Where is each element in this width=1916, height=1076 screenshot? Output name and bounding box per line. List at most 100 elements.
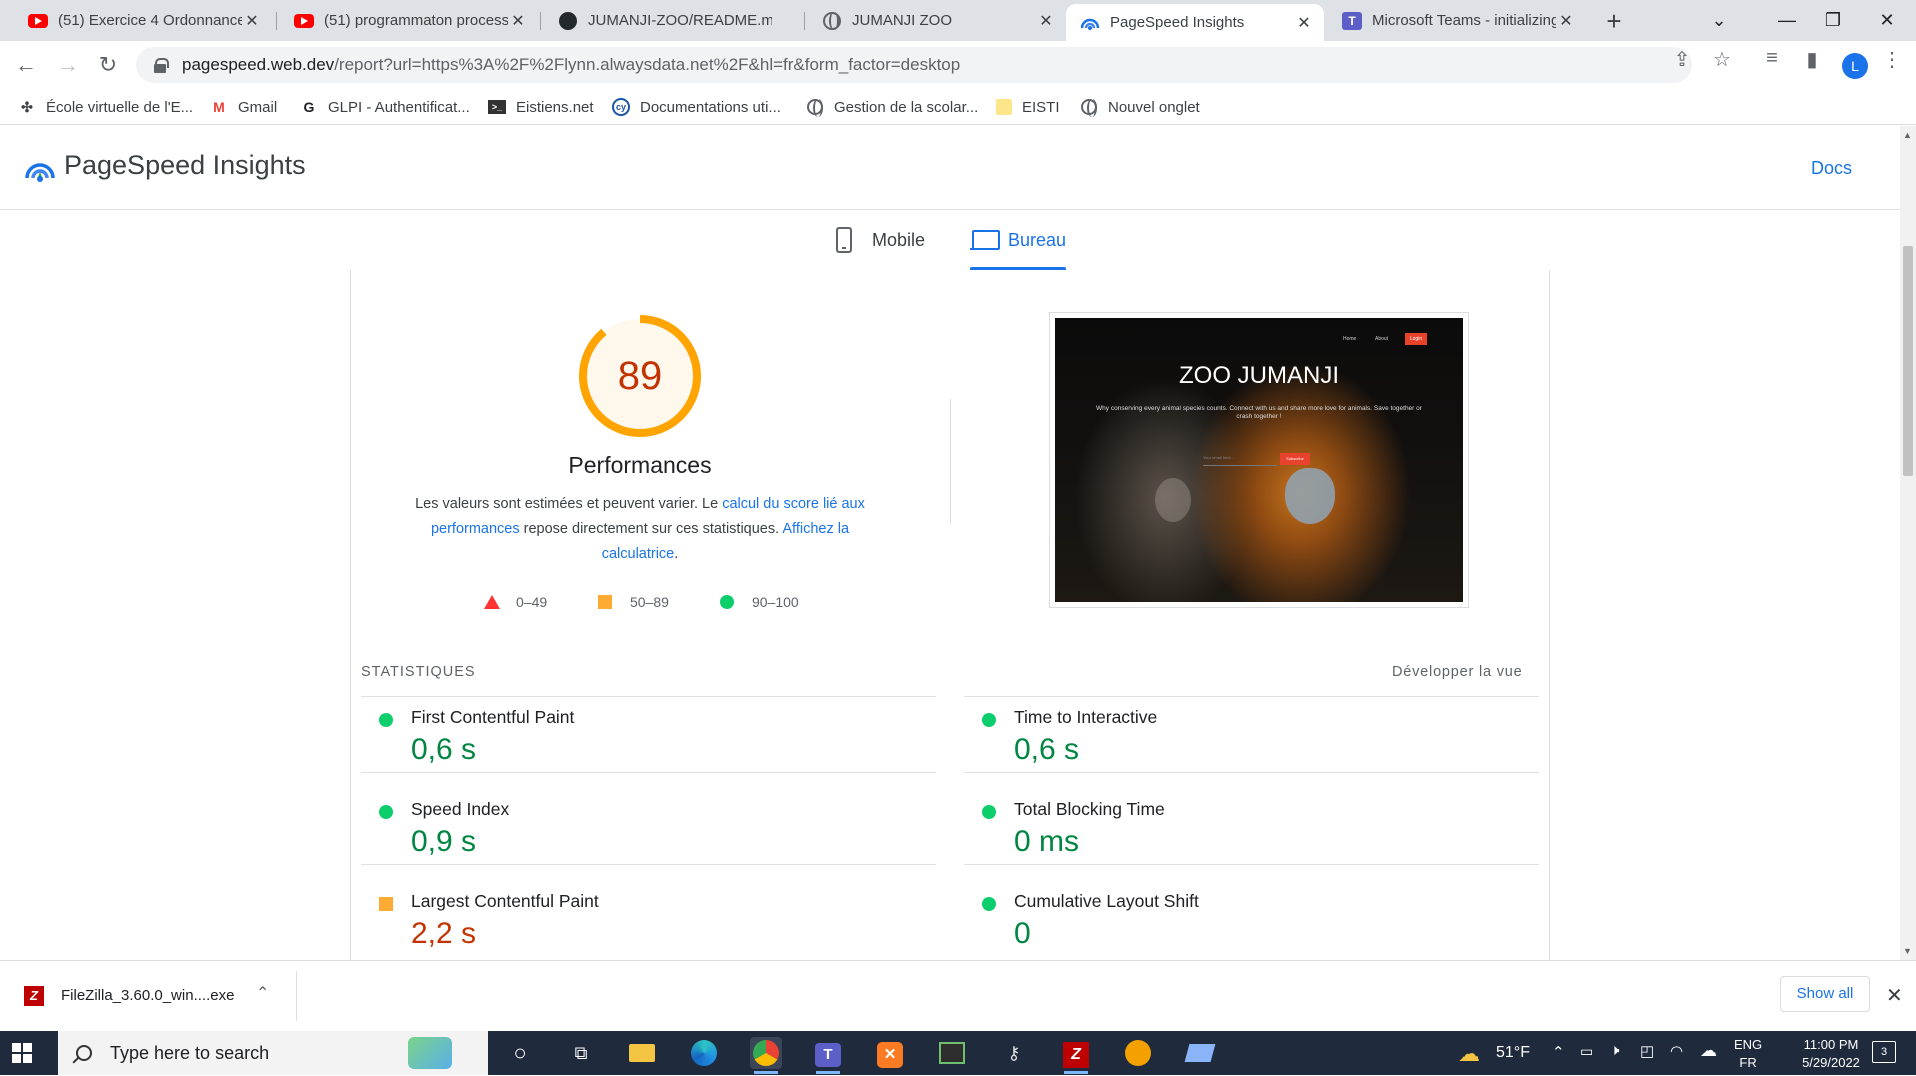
- legend-label: 0–49: [516, 594, 548, 610]
- share-icon[interactable]: ⇪: [1668, 47, 1696, 72]
- bookmark-item[interactable]: >_ Eistiens.net: [488, 95, 594, 119]
- snipping-tool-icon[interactable]: [936, 1037, 968, 1069]
- bookmark-item[interactable]: ✣ École virtuelle de l'E...: [18, 95, 193, 119]
- task-view-icon[interactable]: ⧉: [565, 1037, 597, 1069]
- browser-tab[interactable]: (51) Exercice 4 Ordonnance ✕: [14, 0, 272, 41]
- file-explorer-icon[interactable]: [626, 1037, 658, 1069]
- back-button[interactable]: ←: [10, 49, 42, 81]
- globe-icon: [822, 11, 842, 31]
- page-title[interactable]: PageSpeed Insights: [64, 150, 306, 181]
- bookmark-item[interactable]: EISTI: [996, 95, 1060, 119]
- close-tab-icon[interactable]: ✕: [1556, 11, 1576, 31]
- description-text: .: [674, 546, 679, 562]
- bookmark-star-icon[interactable]: ☆: [1708, 47, 1736, 72]
- screenshot-button: Subscribe: [1280, 453, 1310, 465]
- weather-temperature[interactable]: 51°F: [1496, 1044, 1530, 1062]
- address-bar[interactable]: pagespeed.web.dev/report?url=https%3A%2F…: [136, 47, 1692, 83]
- notification-center-icon[interactable]: 3: [1872, 1041, 1896, 1063]
- taskbar-search[interactable]: Type here to search: [58, 1031, 488, 1075]
- close-download-bar-button[interactable]: ✕: [1886, 983, 1903, 1008]
- reading-list-icon[interactable]: ≡: [1758, 47, 1786, 70]
- cy-icon: cy: [612, 98, 630, 116]
- browser-tab[interactable]: T Microsoft Teams - initializing ✕: [1328, 0, 1586, 41]
- scroll-down-icon[interactable]: ▼: [1903, 946, 1912, 956]
- wifi-icon[interactable]: ◠: [1670, 1042, 1683, 1060]
- page-content: PageSpeed Insights Docs Mobile Bureau 89…: [0, 126, 1900, 960]
- vpn-icon[interactable]: [1122, 1037, 1154, 1069]
- download-filename[interactable]: FileZilla_3.60.0_win....exe: [61, 987, 234, 1004]
- close-tab-icon[interactable]: ✕: [242, 11, 262, 31]
- browser-tab[interactable]: JUMANJI-ZOO/README.md: [544, 0, 802, 41]
- close-tab-icon[interactable]: ✕: [508, 11, 528, 31]
- close-tab-icon[interactable]: ✕: [1294, 13, 1314, 33]
- bookmark-item[interactable]: Gestion de la scolar...: [806, 95, 978, 119]
- menu-icon[interactable]: ⋮: [1878, 47, 1906, 72]
- profile-avatar[interactable]: L: [1842, 53, 1868, 79]
- page-scrollbar[interactable]: ▲ ▼: [1900, 126, 1916, 960]
- reload-button[interactable]: ↻: [92, 49, 124, 81]
- tab-separator: [276, 12, 277, 30]
- chevron-up-icon[interactable]: ⌃: [256, 983, 269, 1003]
- status-indicator-icon: [379, 713, 393, 727]
- new-tab-button[interactable]: +: [1598, 6, 1630, 36]
- chrome-icon[interactable]: [750, 1037, 782, 1074]
- metric-item: Speed Index 0,9 s: [361, 789, 936, 865]
- tab-label: Bureau: [1007, 229, 1066, 250]
- language-indicator[interactable]: ENG FR: [1734, 1036, 1762, 1072]
- browser-tab[interactable]: JUMANJI ZOO ✕: [808, 0, 1066, 41]
- expand-view-toggle[interactable]: Développer la vue: [1392, 664, 1522, 680]
- forward-button[interactable]: →: [52, 49, 84, 81]
- side-panel-icon[interactable]: ▮: [1798, 47, 1826, 72]
- onedrive-icon[interactable]: ☁: [1700, 1041, 1717, 1061]
- terminal-icon: >_: [488, 100, 506, 114]
- triangle-icon: [484, 595, 500, 609]
- circle-icon: [720, 595, 734, 609]
- keys-icon[interactable]: ⚷: [998, 1037, 1030, 1069]
- tab-search-button[interactable]: ⌄: [1696, 4, 1742, 36]
- metric-item: First Contentful Paint 0,6 s: [361, 697, 936, 773]
- battery-icon[interactable]: ▭: [1580, 1043, 1593, 1060]
- tab-strip: (51) Exercice 4 Ordonnance ✕ (51) progra…: [0, 0, 1916, 41]
- tray-chevron-icon[interactable]: ⌃: [1552, 1043, 1565, 1061]
- metric-item: Largest Contentful Paint 2,2 s: [361, 881, 936, 957]
- pagespeed-logo-icon[interactable]: [24, 154, 56, 184]
- bookmark-item[interactable]: cy Documentations uti...: [612, 95, 781, 119]
- scroll-up-icon[interactable]: ▲: [1903, 130, 1912, 140]
- close-window-button[interactable]: ✕: [1864, 4, 1910, 36]
- performance-score: 89: [617, 354, 663, 398]
- filezilla-app-icon[interactable]: Z: [1060, 1037, 1092, 1074]
- teams-app-icon[interactable]: T: [812, 1037, 844, 1074]
- show-all-button[interactable]: Show all: [1780, 976, 1870, 1012]
- final-screenshot: Home About Login ZOO JUMANJI Why conserv…: [1049, 312, 1469, 608]
- language-top: ENG: [1734, 1037, 1763, 1052]
- meet-icon[interactable]: ◰: [1640, 1042, 1654, 1060]
- tab-desktop[interactable]: Bureau: [970, 210, 1066, 270]
- laptop-icon: [970, 230, 1000, 250]
- glpi-icon: G: [303, 99, 315, 115]
- docs-link[interactable]: Docs: [1811, 158, 1852, 179]
- cortana-icon[interactable]: ○: [504, 1037, 536, 1069]
- volume-muted-icon[interactable]: 🕨: [1610, 1042, 1619, 1059]
- browser-tab-active[interactable]: PageSpeed Insights ✕: [1066, 4, 1324, 41]
- minimize-button[interactable]: —: [1764, 4, 1810, 36]
- screenshot-image: Home About Login ZOO JUMANJI Why conserv…: [1055, 318, 1463, 602]
- restore-button[interactable]: ❐: [1810, 4, 1856, 36]
- close-tab-icon[interactable]: ✕: [1036, 11, 1056, 31]
- search-placeholder: Type here to search: [110, 1042, 270, 1063]
- app-icon[interactable]: [1184, 1037, 1216, 1069]
- edge-icon[interactable]: [688, 1037, 720, 1069]
- bookmark-item[interactable]: M Gmail: [210, 95, 277, 119]
- xampp-icon[interactable]: ✕: [874, 1037, 906, 1069]
- bookmark-item[interactable]: G GLPI - Authentificat...: [300, 95, 470, 119]
- scrollbar-thumb[interactable]: [1903, 246, 1913, 476]
- metric-value: 0 ms: [1014, 825, 1080, 858]
- bookmark-item[interactable]: Nouvel onglet: [1080, 95, 1200, 119]
- bookmark-label: EISTI: [1022, 98, 1060, 116]
- windows-start-icon[interactable]: [12, 1043, 32, 1063]
- weather-icon[interactable]: ☁: [1458, 1041, 1480, 1067]
- stats-heading: STATISTIQUES: [361, 664, 476, 680]
- lock-icon[interactable]: [154, 58, 169, 73]
- tab-mobile[interactable]: Mobile: [836, 210, 925, 270]
- clock[interactable]: 11:00 PM 5/29/2022: [1776, 1036, 1886, 1072]
- browser-tab[interactable]: (51) programmaton process ✕: [280, 0, 538, 41]
